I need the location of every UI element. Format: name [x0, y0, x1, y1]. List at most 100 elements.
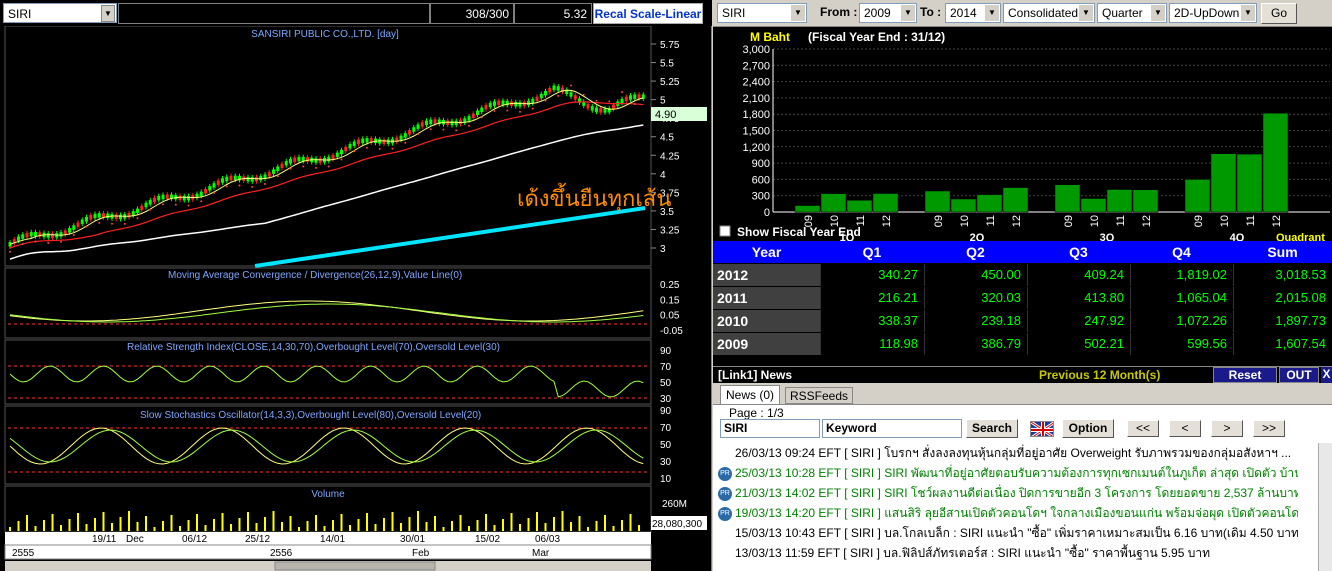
- volume-bar: [128, 511, 130, 531]
- symbol-select[interactable]: SIRI ▼: [3, 3, 117, 23]
- news-scrollbar[interactable]: [1318, 443, 1332, 571]
- sar-dot: [85, 225, 88, 228]
- table-row[interactable]: 2012 340.27 450.00 409.24 1,819.02 3,018.53: [713, 264, 1332, 287]
- table-cell: 216.21: [820, 287, 924, 309]
- candle-body: [497, 100, 501, 106]
- next-page-button[interactable]: >: [1211, 420, 1243, 437]
- sar-dot: [200, 200, 203, 203]
- fin-symbol-select[interactable]: SIRI ▼: [717, 3, 807, 23]
- technical-chart[interactable]: SANSIRI PUBLIC CO.,LTD. [day] 5.75 5.5 5.2…: [0, 26, 712, 571]
- table-cell: 338.37: [820, 310, 924, 332]
- table-row[interactable]: 2011 216.21 320.03 413.80 1,065.04 2,015.08: [713, 287, 1332, 310]
- sar-dot: [378, 147, 381, 150]
- sar-dot: [289, 167, 292, 170]
- volume-bar: [306, 521, 309, 531]
- date-label: 14/01: [320, 534, 345, 545]
- indicator-tick: 0.15: [660, 295, 680, 306]
- candle-body: [272, 169, 275, 174]
- sar-dot: [327, 165, 330, 168]
- news-item[interactable]: 26/03/13 09:24 EFT [ SIRI ] โบรกฯ สั่งลง…: [718, 443, 1298, 463]
- period-select[interactable]: Quarter ▼: [1097, 3, 1167, 23]
- option-button[interactable]: Option: [1062, 419, 1114, 438]
- mode-select[interactable]: Consolidated ▼: [1003, 3, 1095, 23]
- table-header-cell[interactable]: Year: [713, 241, 820, 263]
- macd-axis: 0.25 0.15 0.05 -0.05: [660, 280, 683, 337]
- date-label: 06/03: [535, 534, 560, 545]
- rsi-line: [9, 365, 644, 398]
- table-header-cell[interactable]: Q4: [1130, 241, 1233, 263]
- news-item[interactable]: PR 25/03/13 10:28 EFT [ SIRI ] SIRI พัฒนา…: [718, 463, 1298, 483]
- search-button[interactable]: Search: [966, 419, 1018, 438]
- from-select[interactable]: 2009 ▼: [859, 3, 917, 23]
- keyword-input[interactable]: Keyword: [822, 419, 962, 438]
- candle-body: [331, 155, 335, 160]
- candle-body: [34, 231, 37, 237]
- tab-rssfeeds[interactable]: RSSFeeds: [785, 387, 853, 404]
- chevron-down-icon[interactable]: ▼: [1241, 5, 1255, 21]
- table-header-cell[interactable]: Q2: [924, 241, 1027, 263]
- recal-scale-button[interactable]: Recal Scale-Linear: [593, 3, 703, 24]
- sar-dot: [72, 234, 75, 237]
- volume-bar: [34, 526, 37, 531]
- candle-body: [140, 205, 144, 211]
- out-button[interactable]: OUT: [1279, 367, 1319, 383]
- table-header-cell[interactable]: Sum: [1233, 241, 1332, 263]
- table-header-cell[interactable]: Q3: [1027, 241, 1130, 263]
- news-symbol-input[interactable]: SIRI: [720, 419, 820, 438]
- year-label: Feb: [412, 548, 430, 559]
- chart-title: SANSIRI PUBLIC CO.,LTD. [day]: [251, 29, 399, 40]
- chevron-down-icon[interactable]: ▼: [101, 5, 115, 22]
- price-tick: 4.5: [660, 133, 674, 144]
- prev-page-button[interactable]: <: [1169, 420, 1201, 437]
- volume-bar: [536, 512, 538, 531]
- go-button[interactable]: Go: [1261, 3, 1297, 24]
- news-item[interactable]: 13/03/13 11:59 EFT [ SIRI ] บล.ฟิลิปส์ภั…: [718, 543, 1298, 563]
- volume-bar: [179, 526, 181, 531]
- candle-body: [476, 110, 479, 116]
- bar-x-label: 10: [1089, 215, 1101, 227]
- table-row[interactable]: 2009 118.98 386.79 502.21 599.56 1,607.54: [713, 333, 1332, 356]
- reset-button[interactable]: Reset: [1213, 367, 1277, 383]
- indicator-tick: 70: [660, 423, 672, 434]
- candle-body: [327, 156, 331, 162]
- show-fiscal-checkbox[interactable]: [719, 225, 731, 237]
- chevron-down-icon[interactable]: ▼: [1151, 5, 1165, 21]
- last-page-button[interactable]: >>: [1253, 420, 1285, 437]
- year-cell: 2009: [713, 333, 820, 355]
- first-page-button[interactable]: <<: [1127, 420, 1159, 437]
- close-icon[interactable]: X: [1321, 367, 1332, 383]
- candle-body: [569, 92, 573, 97]
- scrollbar-thumb[interactable]: [274, 561, 436, 571]
- indicator-tick: -0.05: [660, 326, 683, 337]
- table-cell: 1,065.04: [1130, 287, 1233, 309]
- to-select[interactable]: 2014 ▼: [945, 3, 1001, 23]
- table-cell: 239.18: [924, 310, 1027, 332]
- quarterly-table: Year Q1 Q2 Q3 Q4 Sum 2012 340.27 450.00 409.24 1,…: [713, 241, 1332, 356]
- uk-flag-icon[interactable]: [1030, 421, 1054, 437]
- volume-bar: [502, 519, 504, 531]
- chevron-down-icon[interactable]: ▼: [901, 5, 915, 21]
- chevron-down-icon[interactable]: ▼: [1079, 5, 1093, 21]
- news-item[interactable]: PR 19/03/13 14:20 EFT [ SIRI ] แสนสิริ ลุ…: [718, 503, 1298, 523]
- sar-dot: [366, 146, 368, 149]
- news-item[interactable]: PR 21/03/13 14:02 EFT [ SIRI ] SIRI โชว์ผ…: [718, 483, 1298, 503]
- candle-body: [59, 232, 63, 237]
- sar-dot: [187, 204, 190, 207]
- candle-body: [76, 222, 80, 227]
- candle-body: [106, 213, 110, 219]
- table-header-cell[interactable]: Q1: [820, 241, 924, 263]
- volume-bar: [510, 513, 513, 531]
- symbol-value: SIRI: [8, 7, 32, 21]
- tab-news[interactable]: News (0): [720, 385, 780, 404]
- from-label: From :: [820, 5, 858, 19]
- year-label: Mar: [532, 548, 550, 559]
- chevron-down-icon[interactable]: ▼: [985, 5, 999, 21]
- news-item[interactable]: 15/03/13 10:43 EFT [ SIRI ] บล.โกลเบล็ก …: [718, 523, 1298, 543]
- chart-type-select[interactable]: 2D-UpDown ▼: [1169, 3, 1257, 23]
- volume-bar: [238, 518, 241, 531]
- volume-bar: [612, 526, 615, 531]
- chevron-down-icon[interactable]: ▼: [791, 5, 805, 21]
- candle-body: [208, 186, 212, 191]
- table-row[interactable]: 2010 338.37 239.18 247.92 1,072.26 1,897.73: [713, 310, 1332, 333]
- candle-body: [599, 108, 603, 113]
